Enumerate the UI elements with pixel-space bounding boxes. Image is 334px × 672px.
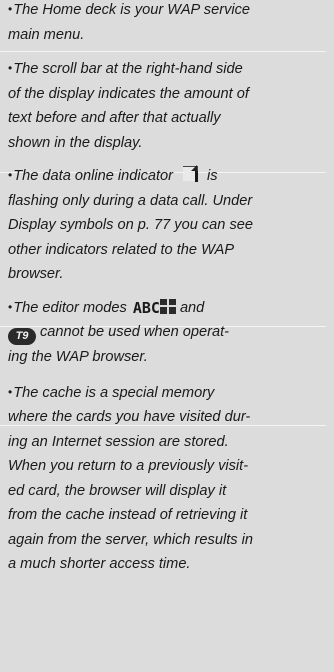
- note-text: from the cache instead of retrieving it: [8, 507, 248, 523]
- note-text: ed card, the browser will display it: [8, 482, 227, 499]
- note-text: of the display indicates the amount of: [8, 85, 249, 102]
- note-text: again from the server, which results in: [8, 531, 253, 548]
- note-scroll-bar: •The scroll bar at the right-hand side o…: [8, 56, 326, 155]
- note-text: main menu.: [8, 26, 85, 43]
- note-text: The scroll bar at the right-hand side: [13, 61, 243, 77]
- note-text: flashing only during a data call. Under: [8, 192, 253, 209]
- note-cache: •The cache is a special memory where the…: [8, 380, 326, 577]
- separator: [0, 51, 326, 52]
- bullet-icon: •: [8, 61, 13, 75]
- grid-mode-icon: [159, 298, 176, 314]
- note-text: cannot be used when operat-: [40, 324, 230, 340]
- note-text: shown in the display.: [8, 134, 143, 151]
- note-text: browser.: [8, 266, 64, 282]
- bullet-icon: •: [8, 384, 13, 399]
- note-editor-modes: •The editor modes ABC and T9 cannot be use…: [8, 295, 326, 370]
- note-line: •The Home deck is your WAP service: [8, 0, 326, 23]
- data-online-indicator-icon: [175, 165, 205, 183]
- note-text: The Home deck is your WAP service: [13, 2, 251, 18]
- bullet-icon: •: [8, 168, 13, 182]
- note-text: The data online indicator: [13, 168, 174, 184]
- note-text: When you return to a previously visit-: [8, 458, 249, 474]
- note-text: a much shorter access time.: [8, 556, 191, 572]
- note-text: ing the WAP browser.: [8, 349, 148, 365]
- note-text: Display symbols on p. 77 you can see: [8, 217, 253, 233]
- note-home-deck: •The Home deck is your WAP service main …: [8, 0, 326, 47]
- note-line: •The scroll bar at the right-hand side: [8, 56, 326, 82]
- note-line: T9 cannot be used when operat-: [8, 320, 326, 345]
- note-line: •The data online indicator is: [8, 163, 326, 189]
- note-line: •The cache is a special memory: [8, 380, 326, 406]
- note-text: and: [179, 299, 205, 316]
- bullet-icon: •: [8, 299, 13, 314]
- note-text: where the cards you have visited dur-: [8, 409, 251, 425]
- t9-mode-icon: T9: [8, 328, 36, 345]
- manual-page: •The Home deck is your WAP service main …: [0, 0, 334, 672]
- note-text: is: [207, 168, 218, 184]
- abc-mode-icon: ABC: [132, 298, 160, 317]
- note-text: ing an Internet session are stored.: [8, 433, 229, 450]
- note-text: other indicators related to the WAP: [8, 241, 235, 258]
- note-text: The editor modes: [13, 299, 127, 316]
- note-text: text before and after that actually: [8, 110, 221, 126]
- note-line: •The editor modes ABC and: [8, 295, 326, 321]
- bullet-icon: •: [8, 2, 13, 16]
- note-data-indicator: •The data online indicator is flashing on…: [8, 163, 326, 287]
- note-text: The cache is a special memory: [13, 384, 215, 401]
